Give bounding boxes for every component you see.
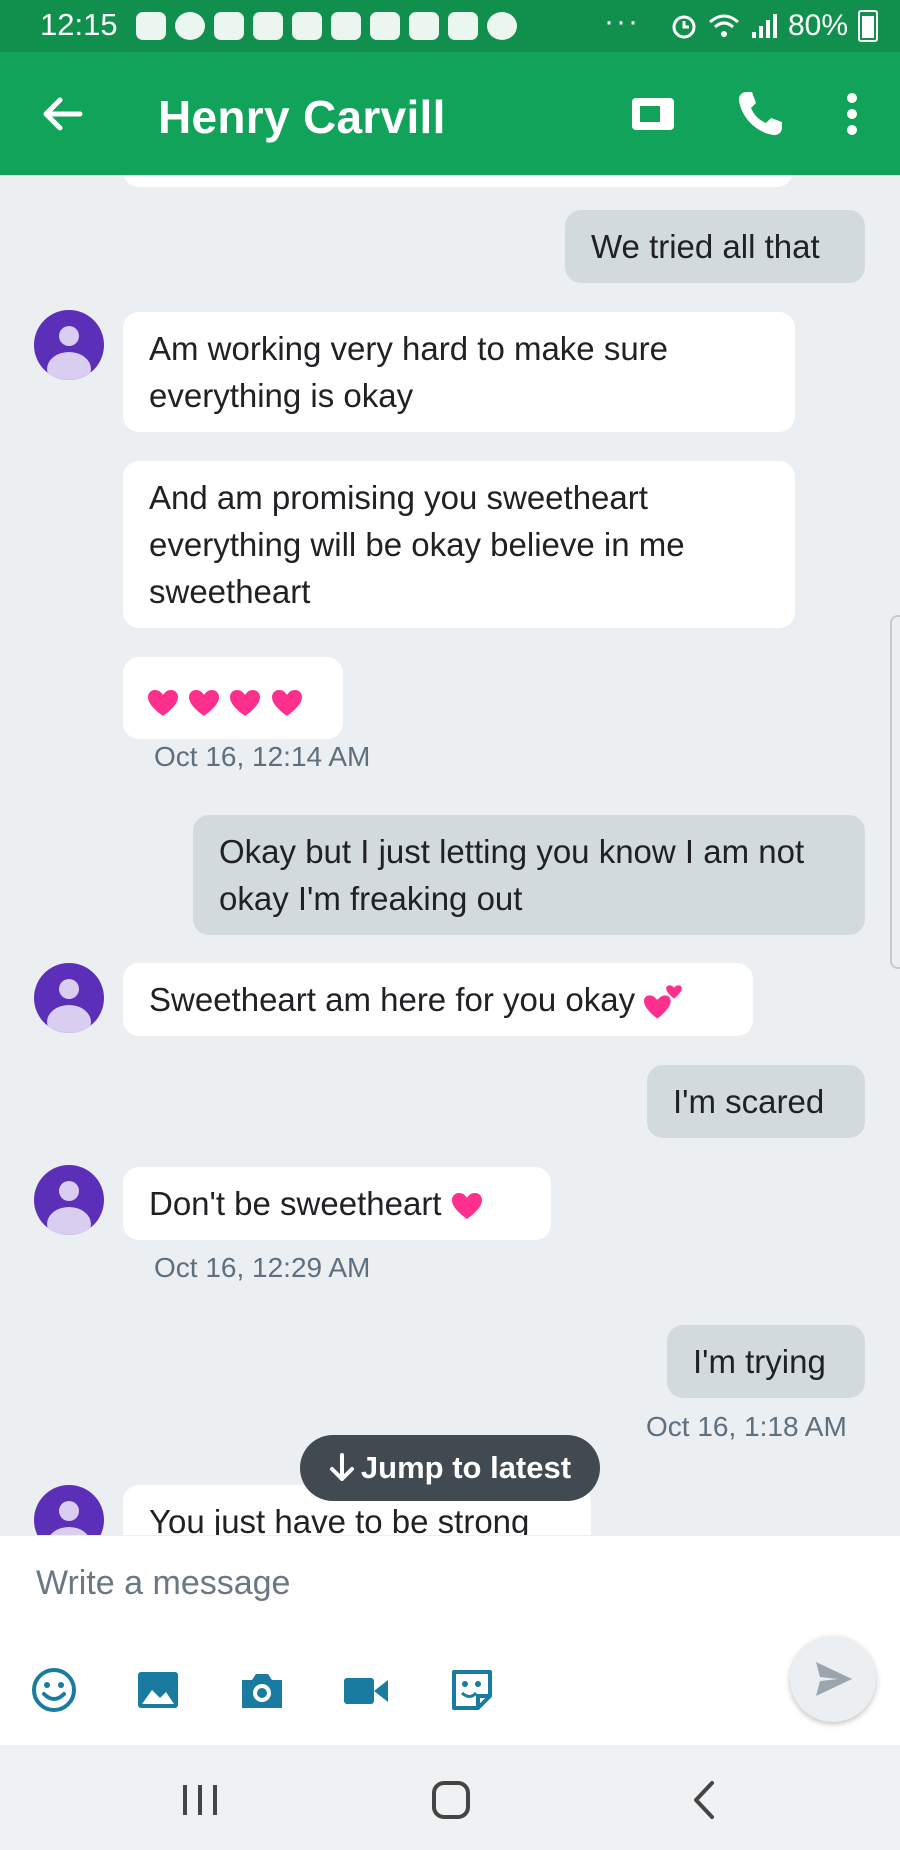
camera-icon[interactable]: [238, 1666, 286, 1714]
sticker-icon[interactable]: [448, 1666, 496, 1714]
back-icon[interactable]: [680, 1775, 730, 1825]
contact-avatar[interactable]: [34, 1485, 104, 1535]
emoji-icon[interactable]: [30, 1666, 78, 1714]
alarm-icon: [672, 15, 696, 39]
message-text: Don't be sweetheart: [149, 1185, 442, 1222]
heart-emoji-icon: [148, 690, 178, 717]
incoming-message[interactable]: And am promising you sweetheart everythi…: [123, 461, 795, 628]
status-indicators: 80%: [670, 9, 878, 43]
incoming-message[interactable]: Sweetheart am here for you okay: [123, 963, 753, 1036]
app-bar: Henry Carvill: [0, 52, 900, 175]
chat-notification-icon: [253, 12, 283, 40]
status-time: 12:15: [40, 7, 118, 42]
heart-emoji-icon: [189, 690, 220, 717]
message-input[interactable]: [34, 1558, 758, 1608]
chat-notification-icon: [214, 12, 244, 40]
app-notification-icon: [487, 12, 517, 40]
message-text: Sweetheart am here for you okay: [149, 981, 636, 1018]
more-options-icon[interactable]: [830, 88, 874, 140]
app-notification-icon: [409, 12, 439, 40]
incoming-message[interactable]: Don't be sweetheart: [123, 1167, 551, 1240]
contact-avatar[interactable]: [34, 963, 104, 1033]
heart-emoji-icon: [230, 690, 261, 717]
message-composer: [0, 1536, 900, 1745]
scrollbar[interactable]: [890, 615, 900, 969]
outgoing-message[interactable]: Okay but I just letting you know I am no…: [193, 815, 865, 935]
jump-to-latest-button[interactable]: Jump to latest: [300, 1435, 600, 1501]
back-arrow-icon[interactable]: [36, 88, 88, 140]
message-timestamp: Oct 16, 12:29 AM: [154, 1252, 371, 1283]
contact-name: Henry Carvill: [158, 91, 446, 143]
outgoing-message[interactable]: I'm trying: [667, 1325, 865, 1398]
message-timestamp: Oct 16, 12:14 AM: [154, 741, 371, 772]
arrow-down-icon: [329, 1453, 354, 1481]
notification-icons: [136, 12, 517, 40]
contact-avatar[interactable]: [34, 310, 104, 380]
message-bubble-partial: [123, 175, 793, 187]
chat-notification-icon: [331, 12, 361, 40]
contact-avatar[interactable]: [34, 1165, 104, 1235]
recent-apps-icon[interactable]: [175, 1775, 225, 1825]
battery-percent: 80%: [787, 9, 848, 42]
message-list[interactable]: We tried all that Am working very hard t…: [0, 175, 900, 1535]
wifi-icon: [708, 14, 739, 37]
home-icon[interactable]: [426, 1775, 476, 1825]
messenger-notification-icon: [175, 12, 205, 40]
heart-emoji-icon: [271, 690, 302, 717]
battery-icon: [858, 10, 878, 42]
incoming-emoji-message[interactable]: [123, 657, 343, 739]
app-notification-icon: [370, 12, 400, 40]
status-bar: 12:15 ··· 80%: [0, 0, 900, 52]
incoming-message[interactable]: Am working very hard to make sure everyt…: [123, 312, 795, 432]
two-hearts-emoji-icon: [644, 985, 683, 1019]
chat-notification-icon: [292, 12, 322, 40]
phone-call-icon[interactable]: [734, 88, 786, 140]
send-button[interactable]: [790, 1636, 876, 1722]
more-notifications-icon: ···: [604, 5, 640, 38]
heart-emoji-icon: [451, 1193, 482, 1220]
outgoing-message[interactable]: We tried all that: [565, 210, 865, 283]
send-icon: [816, 1662, 852, 1696]
jump-to-latest-label: Jump to latest: [360, 1450, 572, 1485]
signal-icon: [751, 14, 777, 38]
system-navigation-bar: [0, 1745, 900, 1850]
outgoing-message[interactable]: I'm scared: [647, 1065, 865, 1138]
gallery-icon[interactable]: [134, 1666, 182, 1714]
video-call-icon[interactable]: [630, 88, 682, 140]
message-timestamp: Oct 16, 1:18 AM: [646, 1411, 847, 1442]
message-notification-icon: [136, 12, 166, 40]
video-icon[interactable]: [342, 1666, 390, 1714]
app-notification-icon: [448, 12, 478, 40]
